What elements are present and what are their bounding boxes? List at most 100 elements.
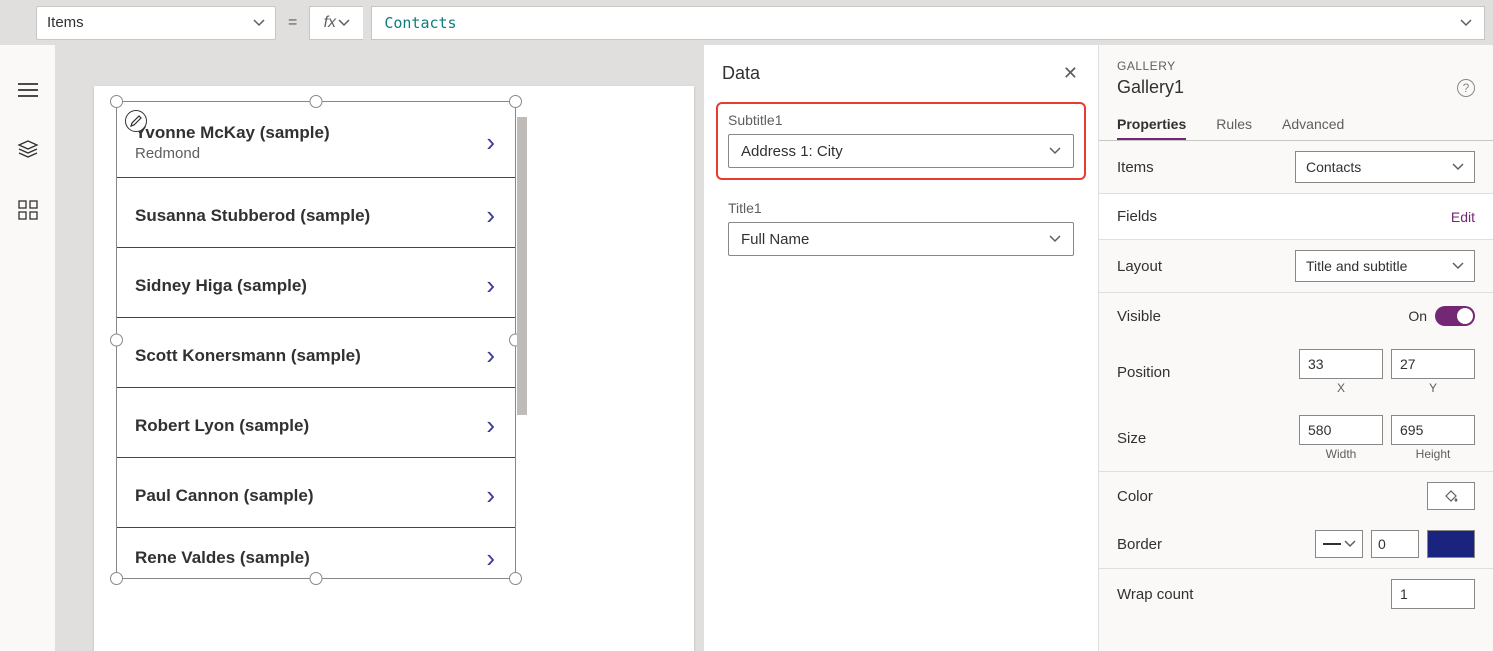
gallery-item[interactable]: Sidney Higa (sample) › [117,248,515,318]
gallery-item-title: Yvonne McKay (sample) [135,123,330,143]
canvas-area[interactable]: Yvonne McKay (sample) Redmond › Susanna … [56,45,1098,651]
breadcrumb: GALLERY [1099,45,1493,75]
size-height-label: Height [1391,447,1475,461]
chevron-right-icon[interactable]: › [486,127,495,158]
gallery-item[interactable]: Scott Konersmann (sample) › [117,318,515,388]
layers-icon[interactable] [17,139,39,161]
field-select-value: Address 1: City [741,143,843,160]
prop-row-fields: Fields Edit [1099,194,1493,240]
gallery-item[interactable]: Yvonne McKay (sample) Redmond › [117,102,515,178]
chevron-right-icon[interactable]: › [486,543,495,574]
hamburger-icon[interactable] [17,79,39,101]
chevron-right-icon[interactable]: › [486,270,495,301]
border-style-select[interactable] [1315,530,1363,558]
tab-rules[interactable]: Rules [1216,108,1252,140]
chevron-right-icon[interactable]: › [486,200,495,231]
components-icon[interactable] [17,199,39,221]
gallery-item[interactable]: Rene Valdes (sample) › [117,528,515,582]
gallery-item-subtitle: Redmond [135,145,330,162]
items-value: Contacts [1306,159,1361,175]
field-group-subtitle: Subtitle1 Address 1: City [716,102,1086,180]
main-area: Yvonne McKay (sample) Redmond › Susanna … [0,45,1493,651]
data-pane-title: Data [722,63,760,84]
fx-label: fx [324,14,336,32]
prop-row-visible: Visible On [1099,293,1493,339]
visible-toggle[interactable] [1435,306,1475,326]
chevron-down-icon [1452,161,1464,173]
prop-label: Wrap count [1117,586,1193,603]
prop-row-wrap-count: Wrap count 1 [1099,569,1493,619]
prop-label: Size [1117,430,1146,447]
field-select-subtitle[interactable]: Address 1: City [728,134,1074,168]
prop-row-border: Border 0 [1099,520,1493,569]
tab-advanced[interactable]: Advanced [1282,108,1344,140]
left-rail-nav [0,45,56,651]
property-selector[interactable]: Items [36,6,276,40]
gallery-item[interactable]: Robert Lyon (sample) › [117,388,515,458]
prop-row-layout: Layout Title and subtitle [1099,240,1493,293]
wrap-count-input[interactable]: 1 [1391,579,1475,609]
color-swatch[interactable] [1427,482,1475,510]
prop-row-position: Position 33 27 X Y [1099,339,1493,405]
field-label: Subtitle1 [728,112,1074,128]
close-icon[interactable]: ✕ [1063,63,1078,84]
field-label: Title1 [728,200,1074,216]
gallery-item[interactable]: Paul Cannon (sample) › [117,458,515,528]
position-y-input[interactable]: 27 [1391,349,1475,379]
field-select-title[interactable]: Full Name [728,222,1074,256]
chevron-down-icon [1460,17,1472,29]
prop-row-color: Color [1099,472,1493,520]
gallery-item-title: Scott Konersmann (sample) [135,346,361,366]
edit-pencil-icon[interactable] [125,110,147,132]
field-group-title: Title1 Full Name [716,190,1086,268]
border-color-swatch[interactable] [1427,530,1475,558]
prop-label: Layout [1117,258,1162,275]
fields-edit-link[interactable]: Edit [1451,209,1475,225]
size-width-label: Width [1299,447,1383,461]
chevron-down-icon [1049,145,1061,157]
border-width-input[interactable]: 0 [1371,530,1419,558]
size-width-input[interactable]: 580 [1299,415,1383,445]
property-selector-label: Items [47,14,84,31]
fx-button[interactable]: fx [309,6,363,40]
layout-select[interactable]: Title and subtitle [1295,250,1475,282]
formula-bar: Items = fx Contacts [0,0,1493,45]
gallery-control[interactable]: Yvonne McKay (sample) Redmond › Susanna … [116,101,516,579]
gallery-item-title: Sidney Higa (sample) [135,276,307,296]
paint-bucket-icon [1443,488,1459,504]
gallery-item-title: Paul Cannon (sample) [135,486,314,506]
chevron-right-icon[interactable]: › [486,340,495,371]
prop-label: Color [1117,488,1153,505]
prop-label: Items [1117,159,1154,176]
canvas-screen[interactable]: Yvonne McKay (sample) Redmond › Susanna … [94,86,694,651]
data-pane: Data ✕ Subtitle1 Address 1: City Title1 … [703,45,1098,651]
scrollbar-thumb[interactable] [517,117,527,415]
items-select[interactable]: Contacts [1295,151,1475,183]
size-height-input[interactable]: 695 [1391,415,1475,445]
field-select-value: Full Name [741,231,809,248]
chevron-down-icon [1049,233,1061,245]
properties-pane: GALLERY Gallery1 ? Properties Rules Adva… [1098,45,1493,651]
help-icon[interactable]: ? [1457,79,1475,97]
gallery-item-title: Robert Lyon (sample) [135,416,309,436]
chevron-down-icon [1452,260,1464,272]
formula-value: Contacts [384,14,456,32]
position-x-input[interactable]: 33 [1299,349,1383,379]
chevron-right-icon[interactable]: › [486,410,495,441]
prop-label: Position [1117,364,1170,381]
prop-label: Fields [1117,208,1157,225]
formula-input[interactable]: Contacts [371,6,1485,40]
properties-tabs: Properties Rules Advanced [1099,108,1493,141]
equals-sign: = [284,14,301,32]
chevron-down-icon [338,17,350,29]
prop-row-size: Size 580 695 Width Height [1099,405,1493,472]
position-y-label: Y [1391,381,1475,395]
gallery-item-title: Rene Valdes (sample) [135,548,310,568]
chevron-down-icon [253,17,265,29]
prop-row-items: Items Contacts [1099,141,1493,194]
tab-properties[interactable]: Properties [1117,108,1186,140]
chevron-down-icon [1344,538,1356,550]
chevron-right-icon[interactable]: › [486,480,495,511]
gallery-item[interactable]: Susanna Stubberod (sample) › [117,178,515,248]
prop-label: Visible [1117,308,1161,325]
